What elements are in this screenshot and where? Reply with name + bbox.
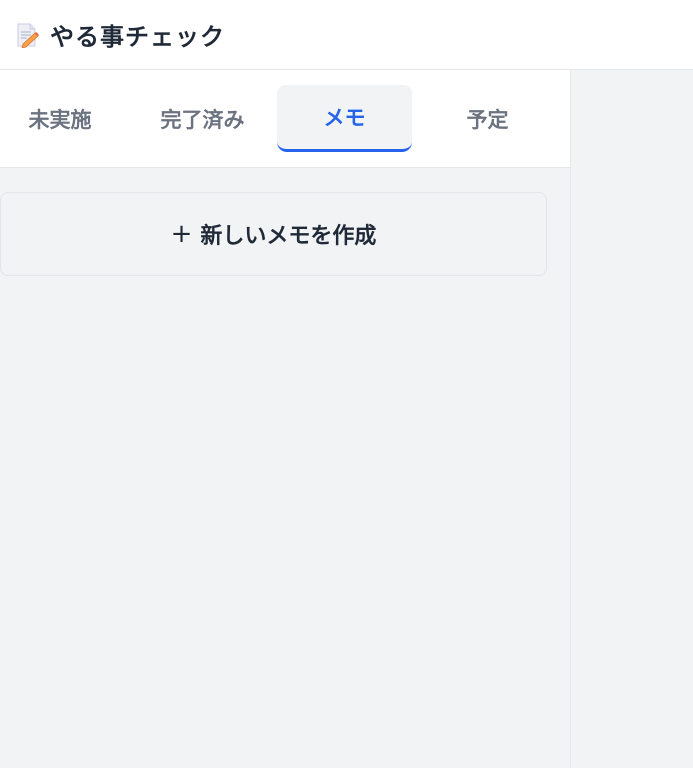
app-window: やる事チェック 未実施 完了済み メモ 予定 + 新しいメモを作成 bbox=[0, 0, 693, 768]
app-header: やる事チェック bbox=[0, 0, 693, 70]
memo-pencil-icon bbox=[14, 22, 40, 48]
tab-memo[interactable]: メモ bbox=[277, 85, 412, 152]
memo-panel: 未実施 完了済み メモ 予定 + 新しいメモを作成 bbox=[0, 70, 571, 768]
new-memo-label: 新しいメモを作成 bbox=[200, 224, 377, 249]
tab-schedule[interactable]: 予定 bbox=[420, 85, 555, 152]
tab-not-done[interactable]: 未実施 bbox=[0, 85, 120, 152]
plus-icon: + bbox=[170, 219, 193, 249]
new-memo-button[interactable]: + 新しいメモを作成 bbox=[0, 192, 547, 276]
tab-bar: 未実施 完了済み メモ 予定 bbox=[0, 70, 570, 168]
tab-completed[interactable]: 完了済み bbox=[135, 85, 270, 152]
detail-panel bbox=[571, 70, 693, 768]
app-title: やる事チェック bbox=[50, 23, 225, 51]
